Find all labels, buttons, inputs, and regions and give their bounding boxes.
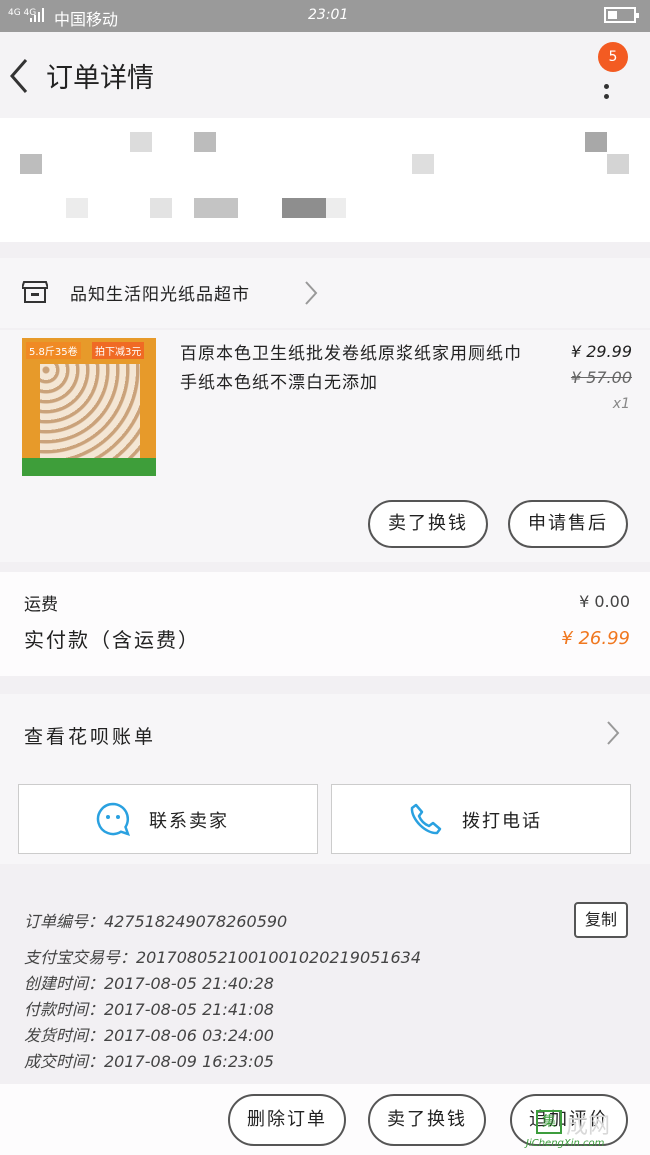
mosaic-block [194, 198, 238, 218]
created-time: 创建时间：2017-08-05 21:40:28 [24, 974, 274, 993]
carrier-name: 中国移动 [54, 10, 119, 29]
address-card-redacted [0, 118, 650, 242]
product-title[interactable]: 百原本色卫生纸批发卷纸原浆纸家用厕纸巾手纸本色纸不漂白无添加 [180, 340, 530, 398]
delete-order-button[interactable]: 删除订单 [228, 1094, 346, 1146]
notification-badge: 5 [598, 42, 628, 72]
total-label: 实付款（含运费） [24, 628, 200, 652]
more-menu-button[interactable]: 5 [592, 42, 632, 102]
battery-icon [604, 7, 639, 23]
shipping-label: 运费 [24, 595, 58, 615]
completed-time: 成交时间：2017-08-09 16:23:05 [24, 1052, 274, 1071]
mosaic-block [20, 154, 42, 174]
total-value: ¥ 26.99 [561, 628, 630, 649]
shop-row[interactable]: 品知生活阳光纸品超市 [0, 258, 650, 328]
product-price: ¥ 29.99 [570, 342, 632, 361]
chevron-right-icon [606, 720, 620, 746]
mosaic-block [282, 198, 326, 218]
resell-button[interactable]: 卖了换钱 [368, 500, 488, 548]
mosaic-block [130, 132, 152, 152]
shop-name: 品知生活阳光纸品超市 [70, 285, 250, 305]
chevron-right-icon [304, 280, 318, 306]
back-arrow-icon[interactable] [6, 56, 36, 96]
watermark-text: 成网 [566, 1114, 611, 1139]
watermark-logo-icon: 集 [536, 1110, 562, 1134]
product-quantity: x1 [612, 396, 630, 412]
clock: 23:01 [308, 7, 349, 23]
package-band [22, 458, 156, 476]
huabei-bill-row[interactable]: 查看花呗账单 [0, 694, 650, 774]
thumb-tag: 拍下减3元 [92, 342, 145, 359]
phone-icon [408, 801, 444, 837]
call-button[interactable]: 拨打电话 [331, 784, 631, 854]
original-price: ¥ 57.00 [570, 368, 632, 387]
call-label: 拨打电话 [462, 811, 542, 832]
store-icon [20, 278, 50, 304]
mosaic-block [326, 198, 346, 218]
contact-seller-label: 联系卖家 [149, 811, 229, 832]
mosaic-block [585, 132, 607, 152]
page-title: 订单详情 [46, 63, 154, 94]
more-dots-icon-lower [604, 94, 609, 99]
more-dots-icon [604, 84, 609, 89]
resell-button[interactable]: 卖了换钱 [368, 1094, 486, 1146]
fee-summary: 运费 ¥ 0.00 实付款（含运费） ¥ 26.99 [0, 572, 650, 676]
copy-button[interactable]: 复制 [574, 902, 628, 938]
signal-icon [30, 8, 44, 22]
mosaic-block [607, 154, 629, 174]
order-item[interactable]: 5.8斤35卷 拍下减3元 百原本色卫生纸批发卷纸原浆纸家用厕纸巾手纸本色纸不漂… [0, 330, 650, 562]
watermark-url: JiChengXin.com [526, 1138, 605, 1149]
mosaic-block [412, 154, 434, 174]
watermark: 集 成网 JiChengXin.com [526, 1108, 650, 1152]
huabei-label: 查看花呗账单 [24, 726, 157, 748]
toilet-paper-image [40, 364, 140, 464]
app-header: 订单详情 5 [0, 32, 650, 118]
alipay-number: 支付宝交易号：2017080521001001020219051634 [24, 948, 422, 967]
product-thumbnail[interactable]: 5.8斤35卷 拍下减3元 [22, 338, 156, 476]
mosaic-block [194, 132, 216, 152]
contact-seller-button[interactable]: 联系卖家 [18, 784, 318, 854]
thumb-tag: 5.8斤35卷 [26, 342, 81, 359]
order-number: 订单编号：427518249078260590 [24, 912, 288, 931]
shipped-time: 发货时间：2017-08-06 03:24:00 [24, 1026, 274, 1045]
paid-time: 付款时间：2017-08-05 21:41:08 [24, 1000, 274, 1019]
mosaic-block [66, 198, 88, 218]
after-sales-button[interactable]: 申请售后 [508, 500, 628, 548]
shipping-value: ¥ 0.00 [579, 592, 630, 611]
order-info: 订单编号：427518249078260590 复制 支付宝交易号：201708… [0, 880, 650, 1082]
contact-bar: 联系卖家 拨打电话 [0, 774, 650, 864]
chat-bubble-icon [95, 801, 131, 837]
mosaic-block [150, 198, 172, 218]
status-bar: 4G 4G 中国移动 23:01 [0, 0, 650, 32]
